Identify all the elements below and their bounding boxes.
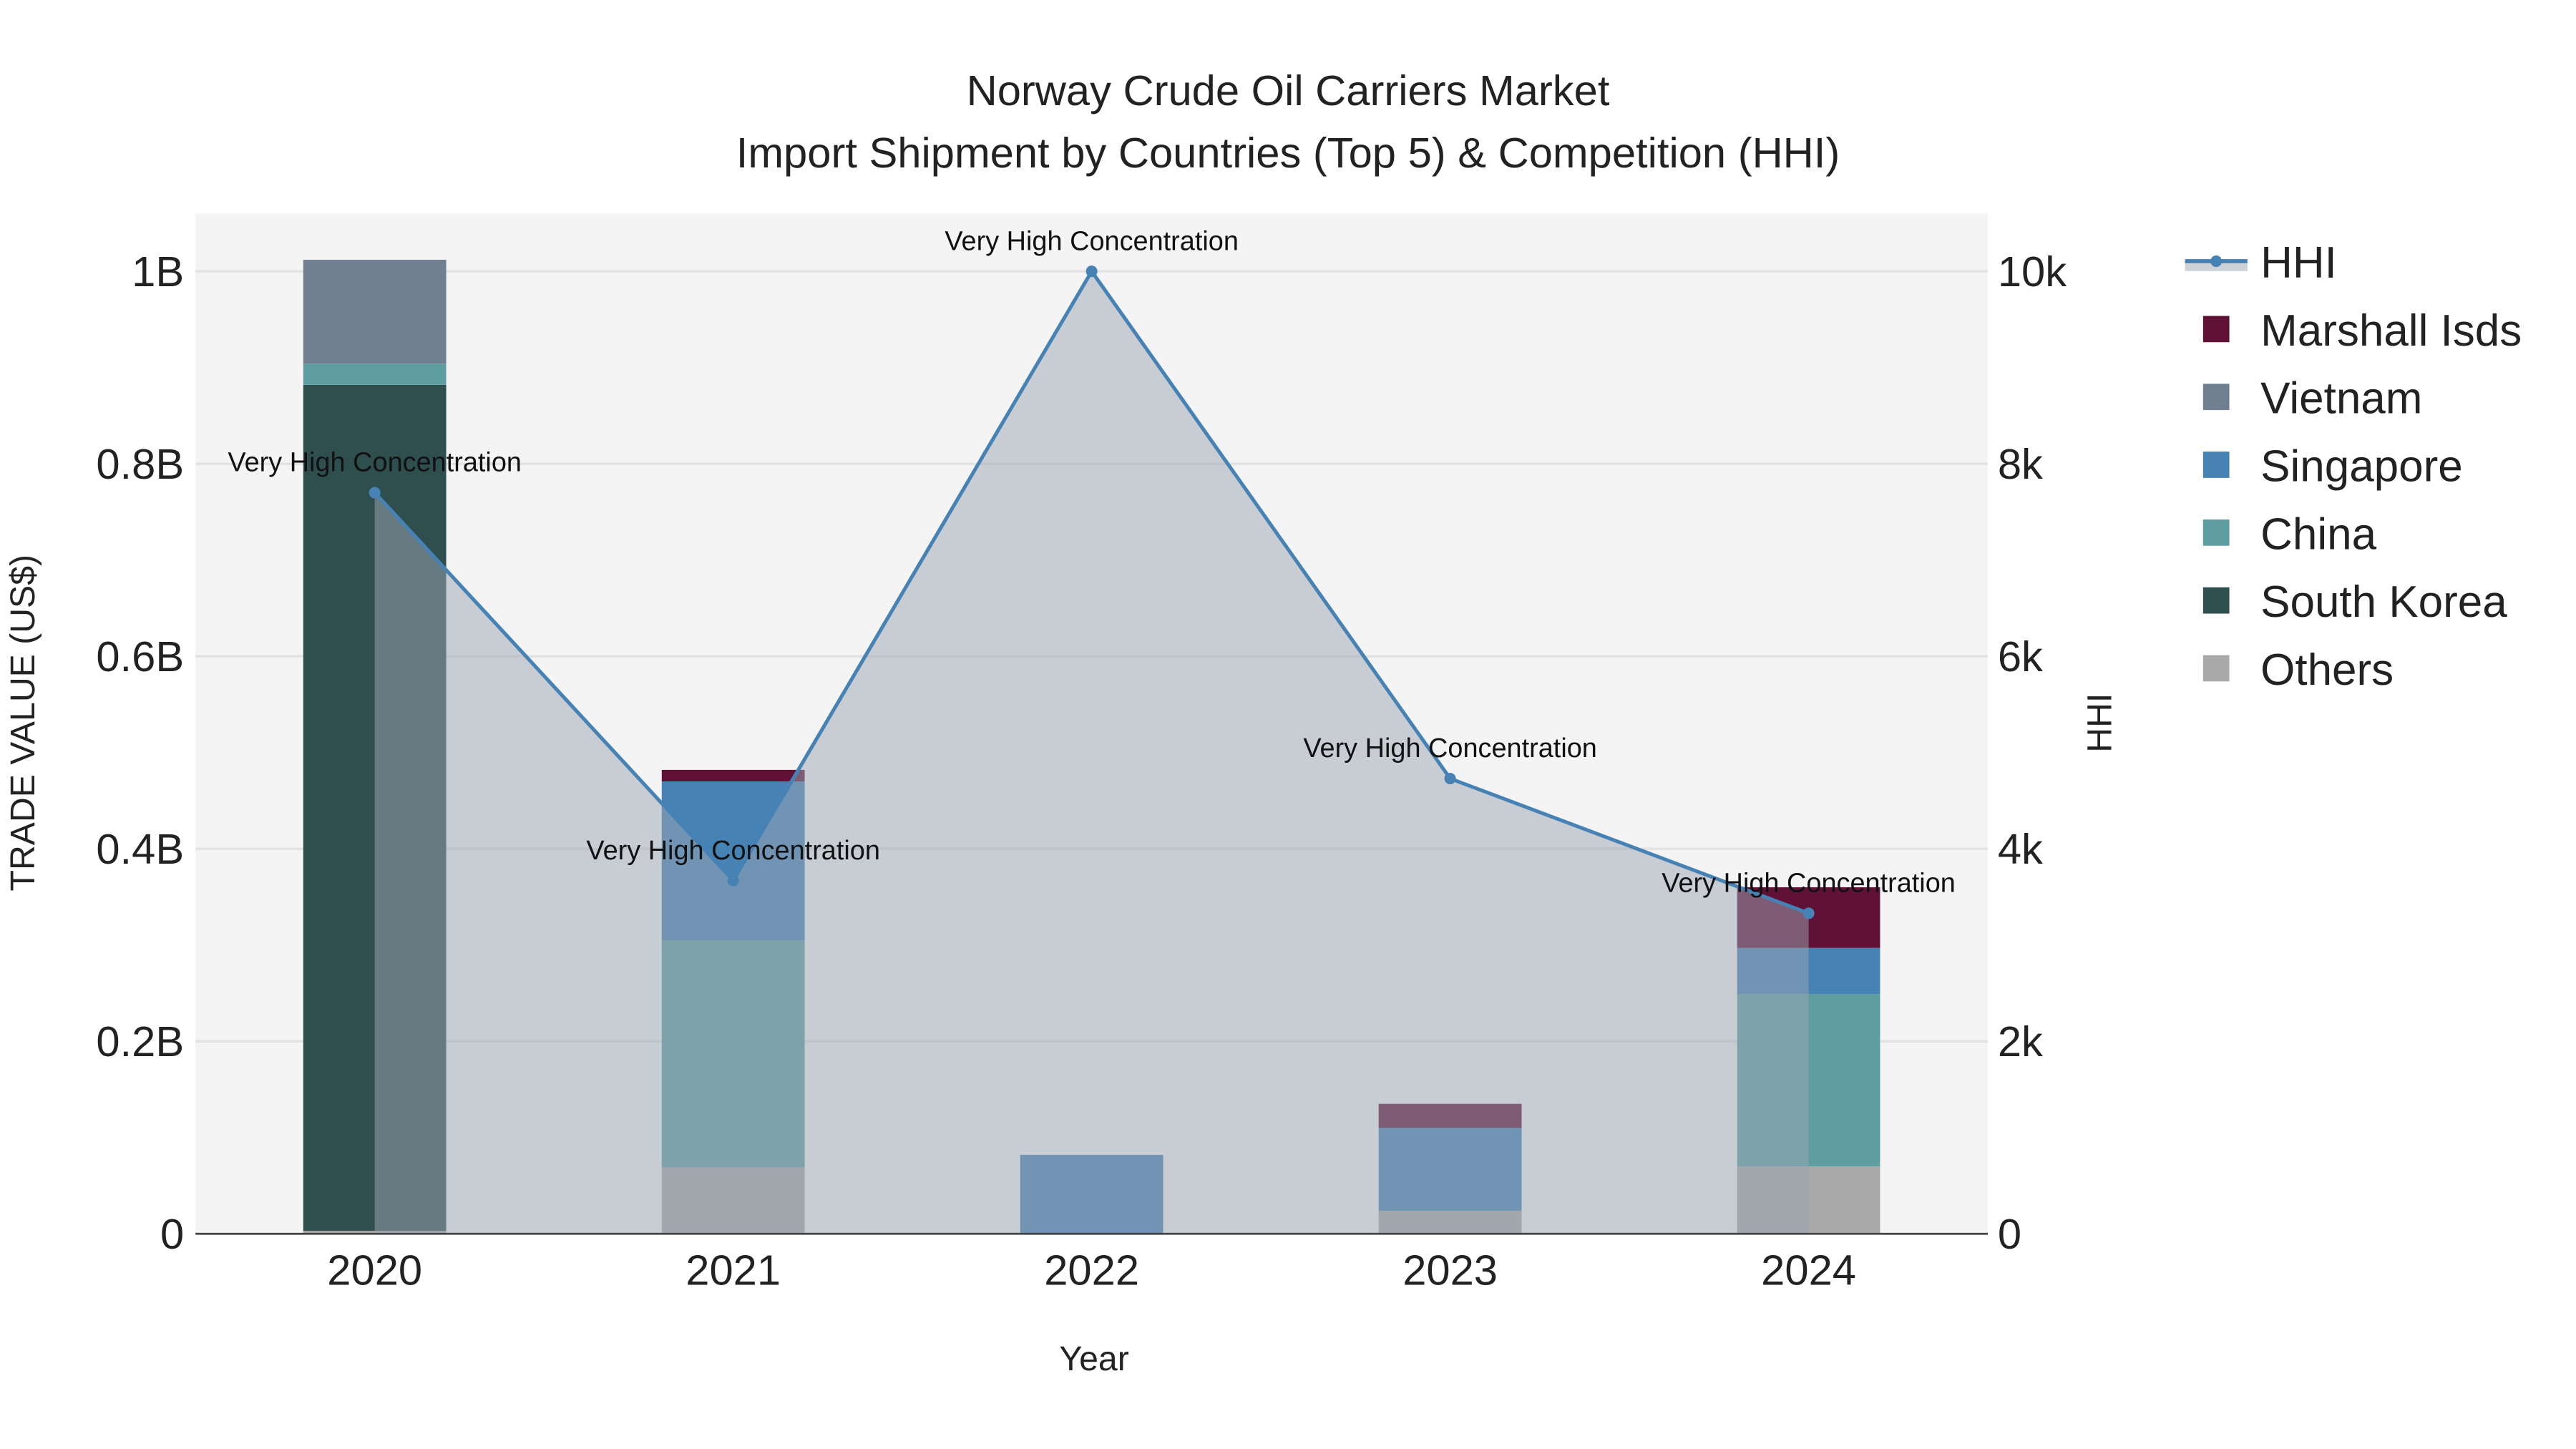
y2-tick-label: 8k: [1998, 440, 2043, 488]
hhi-point: [369, 487, 381, 499]
hhi-point: [1085, 265, 1098, 278]
y2-tick-label: 10k: [1998, 248, 2067, 296]
hhi-annotation: Very High Concentration: [945, 226, 1239, 256]
legend: HHI Marshall Isds Vietnam Singapore China Sou…: [2185, 238, 2522, 695]
y2-tick-label: 4k: [1998, 825, 2043, 873]
legend-hhi-marker-icon: [2210, 255, 2223, 268]
legend-label: South Korea: [2260, 577, 2507, 627]
y2-tick-label: 6k: [1998, 633, 2043, 680]
chart-subtitle: Import Shipment by Countries (Top 5) & C…: [736, 129, 1840, 177]
hhi-annotation: Very High Concentration: [228, 448, 522, 478]
hhi-point: [1444, 772, 1456, 785]
x-tick-label: 2020: [327, 1246, 422, 1294]
x-tick-label: 2024: [1761, 1246, 1856, 1294]
y-axis-label: TRADE VALUE (US$): [4, 555, 42, 892]
y-axis-ticks: 0 0.2B 0.4B 0.6B 0.8B 1B: [96, 248, 184, 1258]
hhi-annotation: Very High Concentration: [586, 836, 880, 866]
legend-label: Others: [2260, 645, 2394, 695]
chart-title: Norway Crude Oil Carriers Market: [967, 67, 1610, 114]
x-tick-label: 2023: [1402, 1246, 1498, 1294]
y2-axis-ticks: 0 2k 4k 6k 8k 10k: [1998, 248, 2067, 1258]
x-tick-label: 2022: [1044, 1246, 1139, 1294]
bar-china-2020: [303, 364, 447, 385]
y-tick-label: 0.6B: [96, 633, 184, 680]
x-axis-ticks: 2020 2021 2022 2023 2024: [327, 1246, 1856, 1294]
legend-swatch-icon: [2202, 587, 2230, 614]
y-tick-label: 1B: [132, 248, 184, 296]
legend-label: Singapore: [2260, 441, 2463, 491]
legend-label: HHI: [2260, 238, 2337, 288]
x-axis-label: Year: [1059, 1340, 1128, 1378]
legend-swatch-icon: [2202, 316, 2230, 343]
legend-swatch-icon: [2202, 519, 2230, 546]
hhi-annotation: Very High Concentration: [1662, 868, 1956, 898]
legend-label: Vietnam: [2260, 374, 2422, 424]
y-tick-label: 0.4B: [96, 825, 184, 873]
legend-label: China: [2260, 509, 2376, 559]
chart: Norway Crude Oil Carriers Market Import …: [4, 67, 2522, 1378]
bar-vietnam-2020: [303, 260, 447, 364]
y-tick-label: 0.8B: [96, 440, 184, 488]
y2-axis-label: HHI: [2080, 693, 2119, 753]
y2-tick-label: 0: [1998, 1210, 2021, 1258]
bar-marshall-isds-2021: [661, 769, 805, 782]
y-tick-label: 0: [160, 1210, 184, 1258]
legend-label: Marshall Isds: [2260, 306, 2522, 356]
y-tick-label: 0.2B: [96, 1018, 184, 1065]
legend-swatch-icon: [2202, 655, 2230, 682]
hhi-point: [1802, 907, 1815, 919]
legend-swatch-icon: [2202, 384, 2230, 411]
hhi-point: [727, 874, 739, 887]
x-tick-label: 2021: [686, 1246, 781, 1294]
hhi-annotation: Very High Concentration: [1303, 733, 1597, 763]
legend-swatch-icon: [2202, 452, 2230, 478]
y2-tick-label: 2k: [1998, 1018, 2043, 1065]
